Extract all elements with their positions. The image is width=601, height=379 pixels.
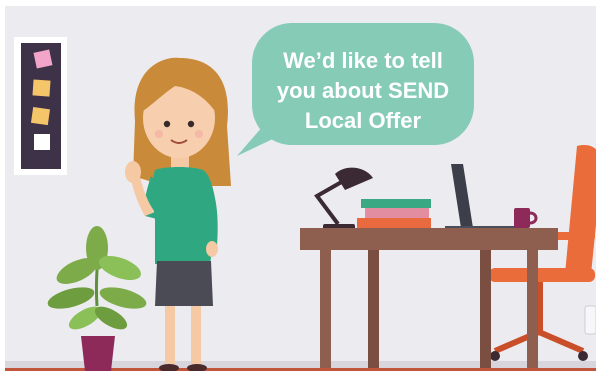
woman-character — [125, 57, 231, 371]
laptop — [445, 164, 525, 231]
office-chair — [489, 145, 596, 361]
mug — [514, 208, 538, 228]
speech-line-2: you about SEND — [276, 78, 450, 103]
wall-socket — [584, 305, 596, 335]
speech-line-3: Local Offer — [304, 108, 422, 133]
speech-bubble-text: We’d like to tell you about SEND Local O… — [263, 46, 463, 136]
speech-line-1: We’d like to tell — [283, 48, 443, 73]
potted-plant — [47, 226, 147, 371]
desk — [300, 228, 558, 368]
sticky-note-board — [14, 37, 67, 175]
video-frame[interactable]: We’d like to tell you about SEND Local O… — [5, 6, 596, 371]
book-stack — [357, 199, 431, 230]
